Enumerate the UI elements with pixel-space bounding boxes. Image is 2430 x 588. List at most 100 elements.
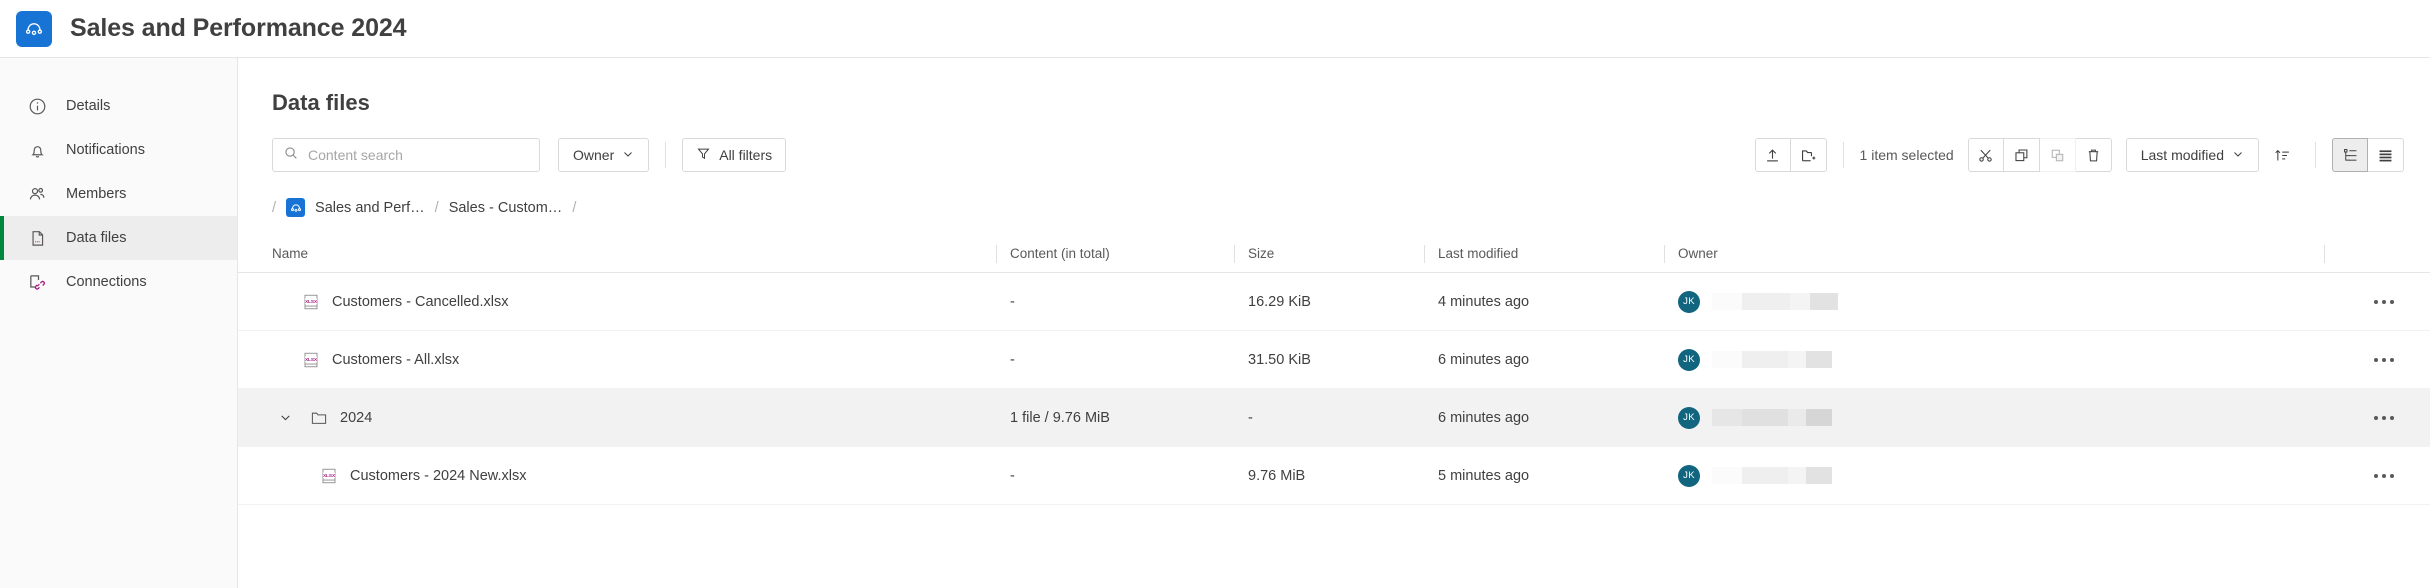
row-file-name: Customers - Cancelled.xlsx bbox=[332, 293, 509, 310]
all-filters-label: All filters bbox=[719, 147, 773, 163]
all-filters-button[interactable]: All filters bbox=[682, 138, 787, 172]
more-options-icon[interactable] bbox=[2338, 273, 2430, 330]
column-header-name[interactable]: Name bbox=[272, 246, 1010, 261]
chevron-down-icon bbox=[622, 147, 634, 163]
row-size-cell: 9.76 MiB bbox=[1248, 467, 1306, 484]
view-divider bbox=[2315, 142, 2316, 168]
sort-field-dropdown[interactable]: Last modified bbox=[2125, 138, 2259, 172]
row-file-name: Customers - All.xlsx bbox=[332, 351, 460, 368]
tree-view-icon[interactable] bbox=[2332, 138, 2368, 172]
sidebar-item-label: Notifications bbox=[66, 142, 145, 158]
column-header-owner[interactable]: Owner bbox=[1678, 246, 2338, 261]
more-options-icon[interactable] bbox=[2338, 331, 2430, 388]
sort-ascending-icon[interactable] bbox=[2265, 138, 2299, 172]
row-size-cell: 31.50 KiB bbox=[1248, 351, 1311, 368]
table-header-row: Name Content (in total) Size Last modifi… bbox=[238, 235, 2430, 273]
row-name-cell[interactable]: XLSX Customers - All.xlsx bbox=[272, 351, 1010, 369]
trash-icon[interactable] bbox=[2075, 138, 2112, 172]
row-last-modified-cell: 6 minutes ago bbox=[1438, 351, 1530, 368]
new-folder-icon[interactable] bbox=[1790, 138, 1827, 172]
row-name-cell[interactable]: XLSX Customers - 2024 New.xlsx bbox=[272, 467, 1010, 485]
row-owner-cell: JK bbox=[1678, 290, 2338, 313]
selection-count-text: 1 item selected bbox=[1859, 147, 1954, 163]
row-content-cell: 1 file / 9.76 MiB bbox=[1010, 409, 1110, 426]
sidebar-item-details[interactable]: Details bbox=[0, 84, 237, 128]
table-row[interactable]: XLSX Customers - 2024 New.xlsx - 9.76 Mi… bbox=[238, 447, 2430, 505]
sort-field-label: Last modified bbox=[2140, 147, 2224, 163]
sidebar-navigation: Details Notifications Members Data files… bbox=[0, 58, 238, 588]
row-file-name: Customers - 2024 New.xlsx bbox=[350, 467, 527, 484]
file-icon bbox=[26, 227, 48, 249]
row-last-modified-cell: 5 minutes ago bbox=[1438, 467, 1530, 484]
page-body: Details Notifications Members Data files… bbox=[0, 58, 2430, 588]
paste-icon[interactable] bbox=[2039, 138, 2076, 172]
breadcrumb-item-folder[interactable]: Sales - Custom… bbox=[449, 200, 563, 216]
svg-text:XLSX: XLSX bbox=[305, 299, 318, 304]
bell-icon bbox=[26, 139, 48, 161]
row-name-cell[interactable]: 2024 bbox=[272, 409, 1010, 427]
column-header-last-modified[interactable]: Last modified bbox=[1438, 246, 1678, 261]
search-input[interactable] bbox=[308, 147, 529, 163]
row-folder-name: 2024 bbox=[340, 409, 373, 426]
xlsx-file-icon: XLSX bbox=[320, 467, 338, 485]
expand-collapse-chevron-down-icon[interactable] bbox=[272, 411, 298, 424]
column-header-size[interactable]: Size bbox=[1248, 246, 1438, 261]
main-content: Data files Owner bbox=[238, 58, 2430, 588]
table-row[interactable]: 2024 1 file / 9.76 MiB - 6 minutes ago J… bbox=[238, 389, 2430, 447]
qlik-logo-icon[interactable] bbox=[16, 10, 52, 47]
data-files-table: Name Content (in total) Size Last modifi… bbox=[238, 235, 2430, 505]
redacted-owner-name bbox=[1712, 467, 1832, 484]
row-content-cell: - bbox=[1010, 293, 1015, 310]
row-owner-cell: JK bbox=[1678, 348, 2338, 371]
row-size-cell: - bbox=[1248, 409, 1253, 426]
avatar[interactable]: JK bbox=[1678, 348, 1700, 371]
breadcrumb-leading-slash: / bbox=[272, 199, 277, 216]
clipboard-action-group bbox=[1967, 138, 2112, 172]
folder-icon bbox=[310, 409, 328, 427]
redacted-owner-name bbox=[1712, 351, 1832, 368]
list-view-icon[interactable] bbox=[2368, 138, 2404, 172]
more-options-icon[interactable] bbox=[2338, 447, 2430, 504]
row-name-cell[interactable]: XLSX Customers - Cancelled.xlsx bbox=[272, 293, 1010, 311]
upload-icon[interactable] bbox=[1754, 138, 1791, 172]
owner-filter-label: Owner bbox=[573, 147, 615, 163]
copy-icon[interactable] bbox=[2003, 138, 2040, 172]
table-row[interactable]: XLSX Customers - All.xlsx - 31.50 KiB 6 … bbox=[238, 331, 2430, 389]
app-title: Sales and Performance 2024 bbox=[70, 14, 407, 42]
sidebar-item-label: Details bbox=[66, 98, 111, 114]
search-input-wrapper[interactable] bbox=[272, 138, 540, 172]
breadcrumb: / Sales and Perf… / Sales - Custom… / bbox=[238, 172, 2430, 217]
row-size-cell: 16.29 KiB bbox=[1248, 293, 1311, 310]
column-header-content[interactable]: Content (in total) bbox=[1010, 246, 1248, 261]
row-owner-cell: JK bbox=[1678, 406, 2338, 429]
redacted-owner-name bbox=[1712, 409, 1832, 426]
funnel-icon bbox=[696, 146, 711, 164]
file-action-group bbox=[1754, 138, 1827, 172]
owner-filter-button[interactable]: Owner bbox=[558, 138, 650, 172]
more-options-icon[interactable] bbox=[2338, 389, 2430, 446]
row-last-modified-cell: 4 minutes ago bbox=[1438, 293, 1530, 310]
sidebar-item-label: Members bbox=[66, 186, 127, 202]
sidebar-item-notifications[interactable]: Notifications bbox=[0, 128, 237, 172]
breadcrumb-trailing-slash: / bbox=[572, 199, 577, 216]
svg-text:XLSX: XLSX bbox=[323, 473, 336, 478]
breadcrumb-item-space[interactable]: Sales and Perf… bbox=[315, 200, 425, 216]
sidebar-item-data-files[interactable]: Data files bbox=[0, 216, 237, 260]
info-circle-icon bbox=[26, 95, 48, 117]
avatar[interactable]: JK bbox=[1678, 290, 1700, 313]
scissors-icon[interactable] bbox=[1967, 138, 2004, 172]
view-toggle-group bbox=[2332, 138, 2404, 172]
sidebar-item-label: Data files bbox=[66, 230, 127, 246]
top-header-bar: Sales and Performance 2024 bbox=[0, 0, 2430, 58]
row-content-cell: - bbox=[1010, 351, 1015, 368]
selection-divider bbox=[1842, 142, 1844, 168]
avatar[interactable]: JK bbox=[1678, 406, 1700, 429]
table-row[interactable]: XLSX Customers - Cancelled.xlsx - 16.29 … bbox=[238, 273, 2430, 331]
connection-icon bbox=[26, 271, 48, 293]
sidebar-item-connections[interactable]: Connections bbox=[0, 260, 237, 304]
row-content-cell: - bbox=[1010, 467, 1015, 484]
avatar[interactable]: JK bbox=[1678, 464, 1700, 487]
breadcrumb-separator: / bbox=[434, 199, 439, 216]
row-last-modified-cell: 6 minutes ago bbox=[1438, 409, 1530, 426]
sidebar-item-members[interactable]: Members bbox=[0, 172, 237, 216]
